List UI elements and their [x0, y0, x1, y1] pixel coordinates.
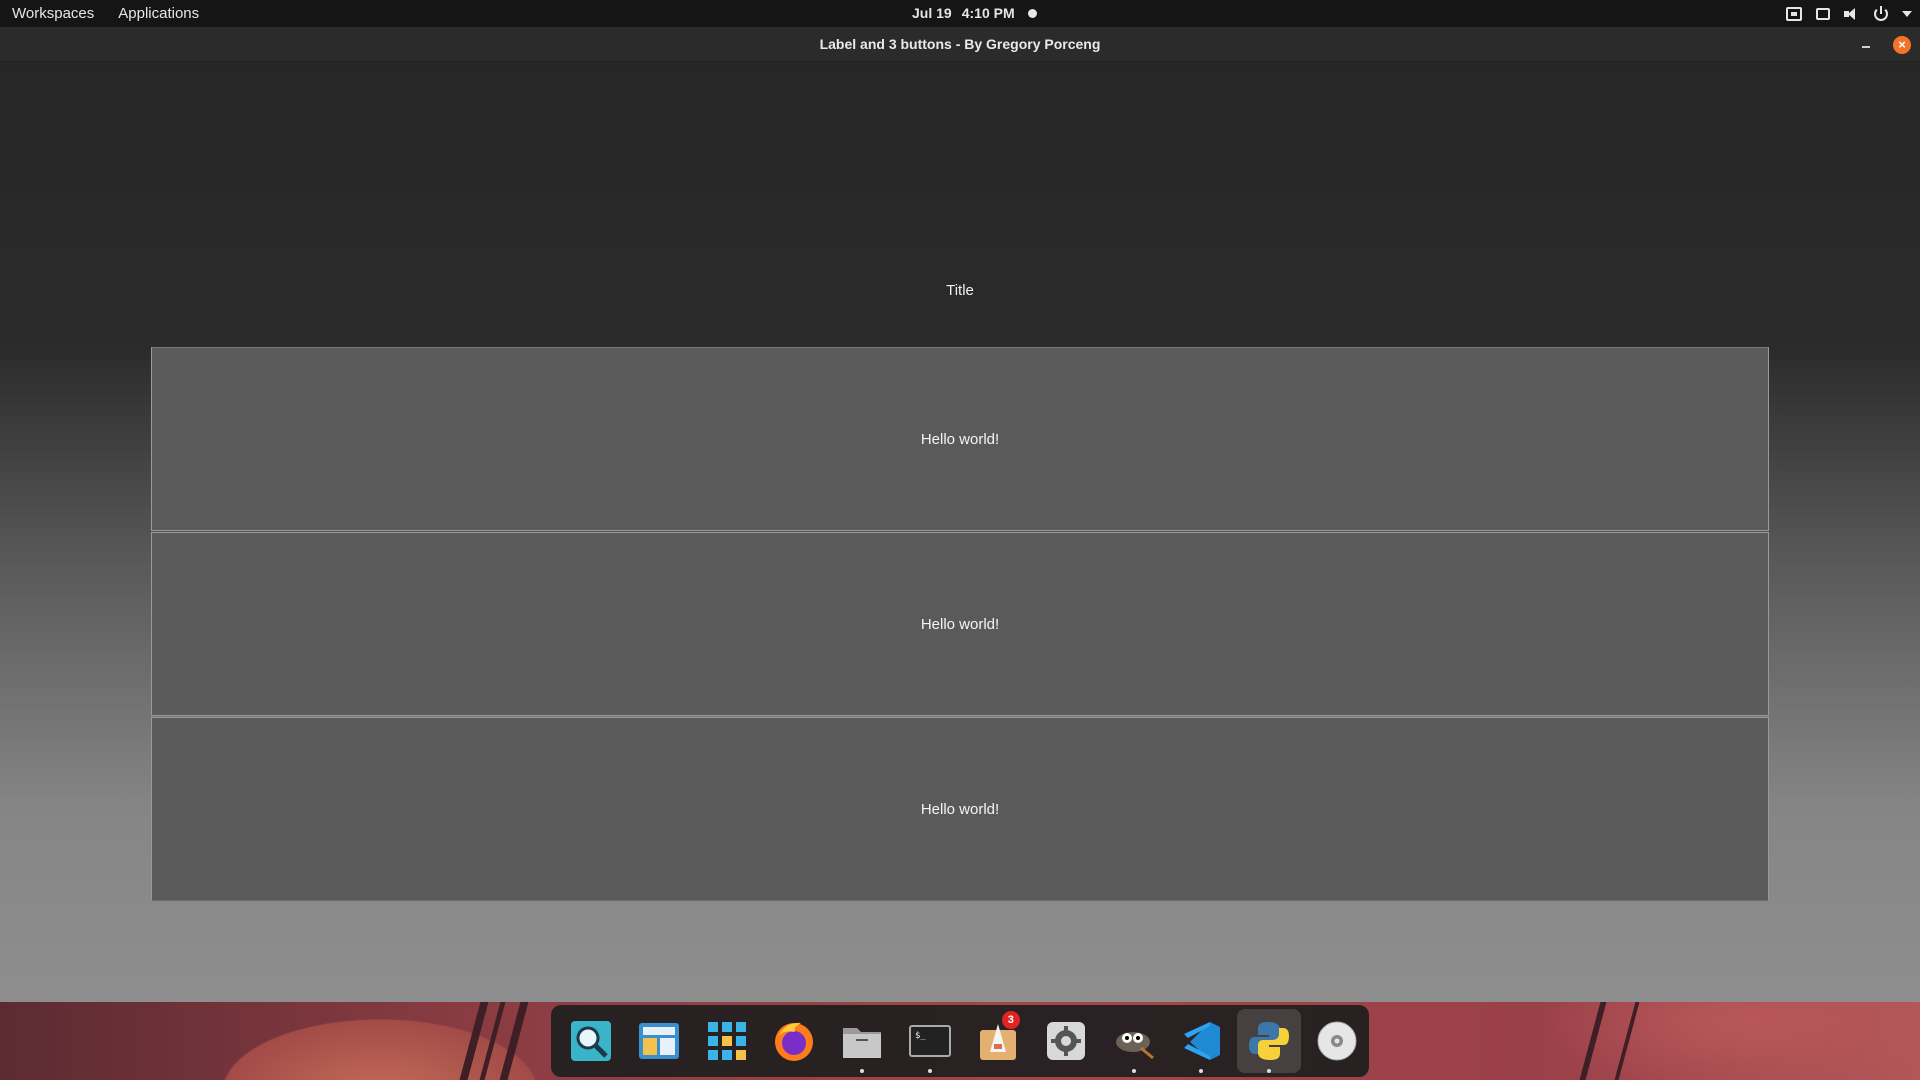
dock-item-terminal[interactable]: $_ — [898, 1009, 962, 1073]
app-window: Label and 3 buttons - By Gregory Porceng… — [0, 27, 1920, 1002]
running-indicator — [860, 1069, 865, 1073]
hello-world-button-1[interactable]: Hello world! — [151, 347, 1769, 531]
running-indicator — [1267, 1069, 1272, 1073]
network-icon[interactable] — [1786, 6, 1802, 21]
disc-icon — [1317, 1021, 1357, 1061]
window-body: Title Hello world! Hello world! Hello wo… — [0, 62, 1920, 1001]
date-label: Jul 19 — [912, 5, 952, 21]
app-grid-icon — [707, 1022, 746, 1060]
system-tray — [1786, 0, 1912, 27]
dock-item-gimp[interactable] — [1102, 1009, 1166, 1073]
dock-item-disc[interactable] — [1305, 1009, 1369, 1073]
workspaces-button[interactable]: Workspaces — [0, 0, 106, 27]
close-button[interactable]: × — [1893, 36, 1911, 54]
gimp-icon — [1115, 1032, 1154, 1060]
dock-item-search[interactable] — [559, 1009, 623, 1073]
firefox-icon — [775, 1022, 814, 1061]
running-indicator — [928, 1069, 933, 1073]
dock-item-python[interactable] — [1237, 1009, 1302, 1073]
title-label: Title — [946, 282, 974, 299]
minimize-button[interactable] — [1858, 37, 1874, 53]
window-titlebar[interactable]: Label and 3 buttons - By Gregory Porceng… — [0, 27, 1920, 62]
running-indicator — [1199, 1069, 1204, 1073]
python-icon — [1249, 1022, 1290, 1060]
applications-button[interactable]: Applications — [106, 0, 211, 27]
hello-world-button-2[interactable]: Hello world! — [151, 532, 1769, 716]
top-panel: Workspaces Applications Jul 19 4:10 PM — [0, 0, 1920, 27]
svg-text:$_: $_ — [915, 1031, 926, 1041]
dock-item-app-grid[interactable] — [695, 1009, 759, 1073]
running-indicator — [1131, 1069, 1136, 1073]
settings-icon — [1046, 1022, 1085, 1060]
search-icon — [570, 1021, 611, 1061]
dock-item-vscode[interactable] — [1169, 1009, 1233, 1073]
dock-item-multitasking[interactable] — [627, 1009, 691, 1073]
keyboard-icon[interactable] — [1816, 7, 1830, 20]
vscode-icon — [1184, 1022, 1221, 1060]
dock-item-firefox[interactable] — [762, 1009, 826, 1073]
dock-item-appcenter[interactable]: 3 — [966, 1009, 1030, 1073]
update-count-badge: 3 — [1001, 1011, 1020, 1029]
hello-world-button-3[interactable]: Hello world! — [151, 717, 1769, 901]
time-label: 4:10 PM — [961, 5, 1015, 21]
dock-item-settings[interactable] — [1034, 1009, 1098, 1073]
window-title: Label and 3 buttons - By Gregory Porceng — [819, 36, 1101, 52]
notification-dot-icon[interactable] — [1028, 9, 1037, 18]
power-icon[interactable] — [1874, 5, 1888, 21]
files-icon — [843, 1028, 882, 1058]
clock[interactable]: Jul 19 4:10 PM — [912, 0, 1015, 27]
dock-item-files[interactable] — [830, 1009, 894, 1073]
caret-down-icon[interactable] — [1902, 10, 1912, 17]
terminal-icon: $_ — [909, 1025, 952, 1057]
multitasking-view-icon — [638, 1023, 679, 1059]
dock: $_ 3 — [551, 1005, 1369, 1077]
volume-icon[interactable] — [1844, 7, 1860, 21]
